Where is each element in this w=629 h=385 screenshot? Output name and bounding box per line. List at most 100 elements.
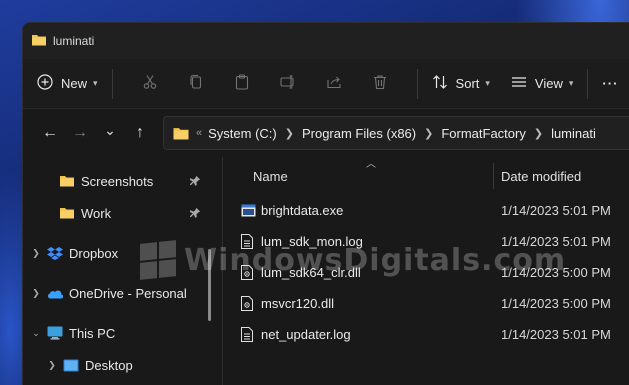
file-list: ︿ Name Date modified brightdata.exe 1/14… bbox=[223, 157, 629, 385]
arrow-left-icon: ← bbox=[42, 124, 58, 141]
pin-icon[interactable] bbox=[189, 174, 201, 189]
desktop-icon bbox=[63, 359, 79, 372]
dropbox-icon bbox=[47, 246, 63, 260]
pin-icon[interactable] bbox=[189, 206, 201, 221]
toolbar-separator bbox=[416, 68, 418, 99]
rename-icon bbox=[279, 74, 296, 93]
file-row[interactable]: lum_sdk_mon.log 1/14/2023 5:01 PM bbox=[223, 226, 629, 257]
chevron-down-icon: ▾ bbox=[93, 78, 98, 88]
onedrive-icon bbox=[47, 288, 63, 299]
toolbar-separator bbox=[587, 68, 589, 99]
chevron-right-icon[interactable]: ❯ bbox=[534, 127, 543, 140]
column-header-name[interactable]: Name bbox=[253, 169, 288, 184]
file-row[interactable]: msvcr120.dll 1/14/2023 5:00 PM bbox=[223, 288, 629, 319]
view-button[interactable]: View ▾ bbox=[511, 74, 573, 93]
arrow-right-icon: → bbox=[72, 124, 88, 141]
up-button[interactable]: ↑ bbox=[125, 124, 155, 142]
file-row[interactable]: net_updater.log 1/14/2023 5:01 PM bbox=[223, 319, 629, 350]
chevron-right-icon[interactable]: ❯ bbox=[45, 360, 59, 371]
log-file-icon bbox=[241, 327, 253, 342]
view-list-icon bbox=[511, 74, 527, 93]
dll-file-icon bbox=[241, 296, 253, 311]
share-button[interactable] bbox=[311, 74, 357, 93]
sidebar-item-desktop[interactable]: ❯ Desktop bbox=[23, 349, 223, 381]
pc-icon bbox=[47, 326, 63, 340]
rename-button[interactable] bbox=[265, 74, 311, 93]
copy-icon bbox=[188, 74, 204, 93]
chevron-right-icon[interactable]: ❯ bbox=[424, 127, 433, 140]
folder-icon bbox=[31, 33, 47, 50]
dll-file-icon bbox=[241, 265, 253, 280]
sidebar-item-label: Dropbox bbox=[69, 245, 119, 261]
new-label: New bbox=[61, 76, 88, 91]
file-name: msvcr120.dll bbox=[261, 296, 334, 311]
sidebar-item-label: Work bbox=[81, 205, 112, 221]
chevron-right-icon[interactable]: ❯ bbox=[29, 288, 43, 299]
sidebar-item-this-pc[interactable]: ⌄ This PC bbox=[23, 317, 223, 349]
sidebar-item-onedrive[interactable]: ❯ OneDrive - Personal bbox=[23, 277, 223, 309]
sidebar-item-dropbox[interactable]: ❯ Dropbox bbox=[23, 237, 223, 269]
navigation-pane: Screenshots Work ❯ Dropbox ❯ OneDrive - … bbox=[23, 157, 223, 385]
sidebar-item-label: OneDrive - Personal bbox=[69, 285, 187, 301]
file-explorer-window: luminati New ▾ Sort ▾ View ▾ ··· ← → ⌄ ↑… bbox=[22, 22, 629, 385]
forward-button[interactable]: → bbox=[65, 124, 95, 142]
new-button[interactable]: New ▾ bbox=[37, 74, 98, 93]
breadcrumb-formatfactory[interactable]: FormatFactory bbox=[441, 126, 526, 141]
log-file-icon bbox=[241, 234, 253, 249]
recent-locations-button[interactable]: ⌄ bbox=[95, 122, 125, 139]
file-name: lum_sdk64_clr.dll bbox=[261, 265, 361, 280]
more-options-button[interactable]: ··· bbox=[602, 76, 618, 91]
arrow-up-icon: ↑ bbox=[136, 124, 144, 141]
file-row[interactable]: brightdata.exe 1/14/2023 5:01 PM bbox=[223, 195, 629, 226]
file-date: 1/14/2023 5:00 PM bbox=[501, 265, 611, 280]
sidebar-item-screenshots[interactable]: Screenshots bbox=[23, 165, 223, 197]
title-bar[interactable]: luminati bbox=[23, 23, 629, 59]
copy-button[interactable] bbox=[173, 74, 219, 93]
breadcrumb-program-files[interactable]: Program Files (x86) bbox=[302, 126, 416, 141]
trash-icon bbox=[372, 74, 388, 93]
sort-icon bbox=[432, 74, 448, 93]
navigation-scrollbar[interactable] bbox=[208, 249, 211, 321]
breadcrumb: « System (C:) ❯ Program Files (x86) ❯ Fo… bbox=[194, 126, 596, 141]
clipboard-icon bbox=[234, 74, 250, 93]
exe-icon bbox=[241, 204, 256, 217]
chevron-down-icon[interactable]: ⌄ bbox=[29, 328, 43, 339]
cut-button[interactable] bbox=[127, 74, 173, 93]
file-date: 1/14/2023 5:01 PM bbox=[501, 327, 611, 342]
scissors-icon bbox=[142, 74, 158, 93]
folder-icon bbox=[172, 126, 190, 141]
chevron-right-icon[interactable]: ❯ bbox=[285, 127, 294, 140]
address-bar[interactable]: « System (C:) ❯ Program Files (x86) ❯ Fo… bbox=[163, 116, 629, 150]
file-date: 1/14/2023 5:01 PM bbox=[501, 234, 611, 249]
sort-label: Sort bbox=[455, 76, 480, 91]
column-header-date-modified[interactable]: Date modified bbox=[501, 169, 581, 184]
toolbar-separator bbox=[111, 68, 113, 99]
command-bar: New ▾ Sort ▾ View ▾ ··· bbox=[23, 59, 629, 109]
breadcrumb-system-c[interactable]: System (C:) bbox=[208, 126, 277, 141]
column-headers: ︿ Name Date modified bbox=[223, 157, 629, 195]
sort-ascending-icon: ︿ bbox=[366, 159, 376, 170]
chevron-right-icon[interactable]: ❯ bbox=[29, 248, 43, 259]
column-separator[interactable] bbox=[493, 163, 494, 189]
sort-button[interactable]: Sort ▾ bbox=[432, 74, 490, 93]
sidebar-item-label: Screenshots bbox=[81, 173, 154, 189]
file-date: 1/14/2023 5:01 PM bbox=[501, 203, 611, 218]
plus-circle-icon bbox=[37, 74, 53, 93]
file-name: lum_sdk_mon.log bbox=[261, 234, 363, 249]
sidebar-item-work[interactable]: Work bbox=[23, 197, 223, 229]
breadcrumb-overflow-icon[interactable]: « bbox=[196, 127, 202, 139]
more-icon: ··· bbox=[602, 76, 619, 91]
delete-button[interactable] bbox=[357, 74, 403, 93]
chevron-down-icon: ▾ bbox=[485, 78, 490, 88]
address-row: ← → ⌄ ↑ « System (C:) ❯ Program Files (x… bbox=[23, 109, 629, 157]
chevron-down-icon: ⌄ bbox=[104, 121, 116, 138]
chevron-down-icon: ▾ bbox=[568, 78, 574, 88]
window-title: luminati bbox=[53, 34, 95, 48]
file-row[interactable]: lum_sdk64_clr.dll 1/14/2023 5:00 PM bbox=[223, 257, 629, 288]
paste-button[interactable] bbox=[219, 74, 265, 93]
back-button[interactable]: ← bbox=[35, 124, 65, 142]
content-area: Screenshots Work ❯ Dropbox ❯ OneDrive - … bbox=[23, 157, 629, 385]
breadcrumb-luminati[interactable]: luminati bbox=[551, 126, 596, 141]
folder-icon bbox=[59, 174, 75, 188]
sidebar-item-label: This PC bbox=[69, 325, 116, 341]
